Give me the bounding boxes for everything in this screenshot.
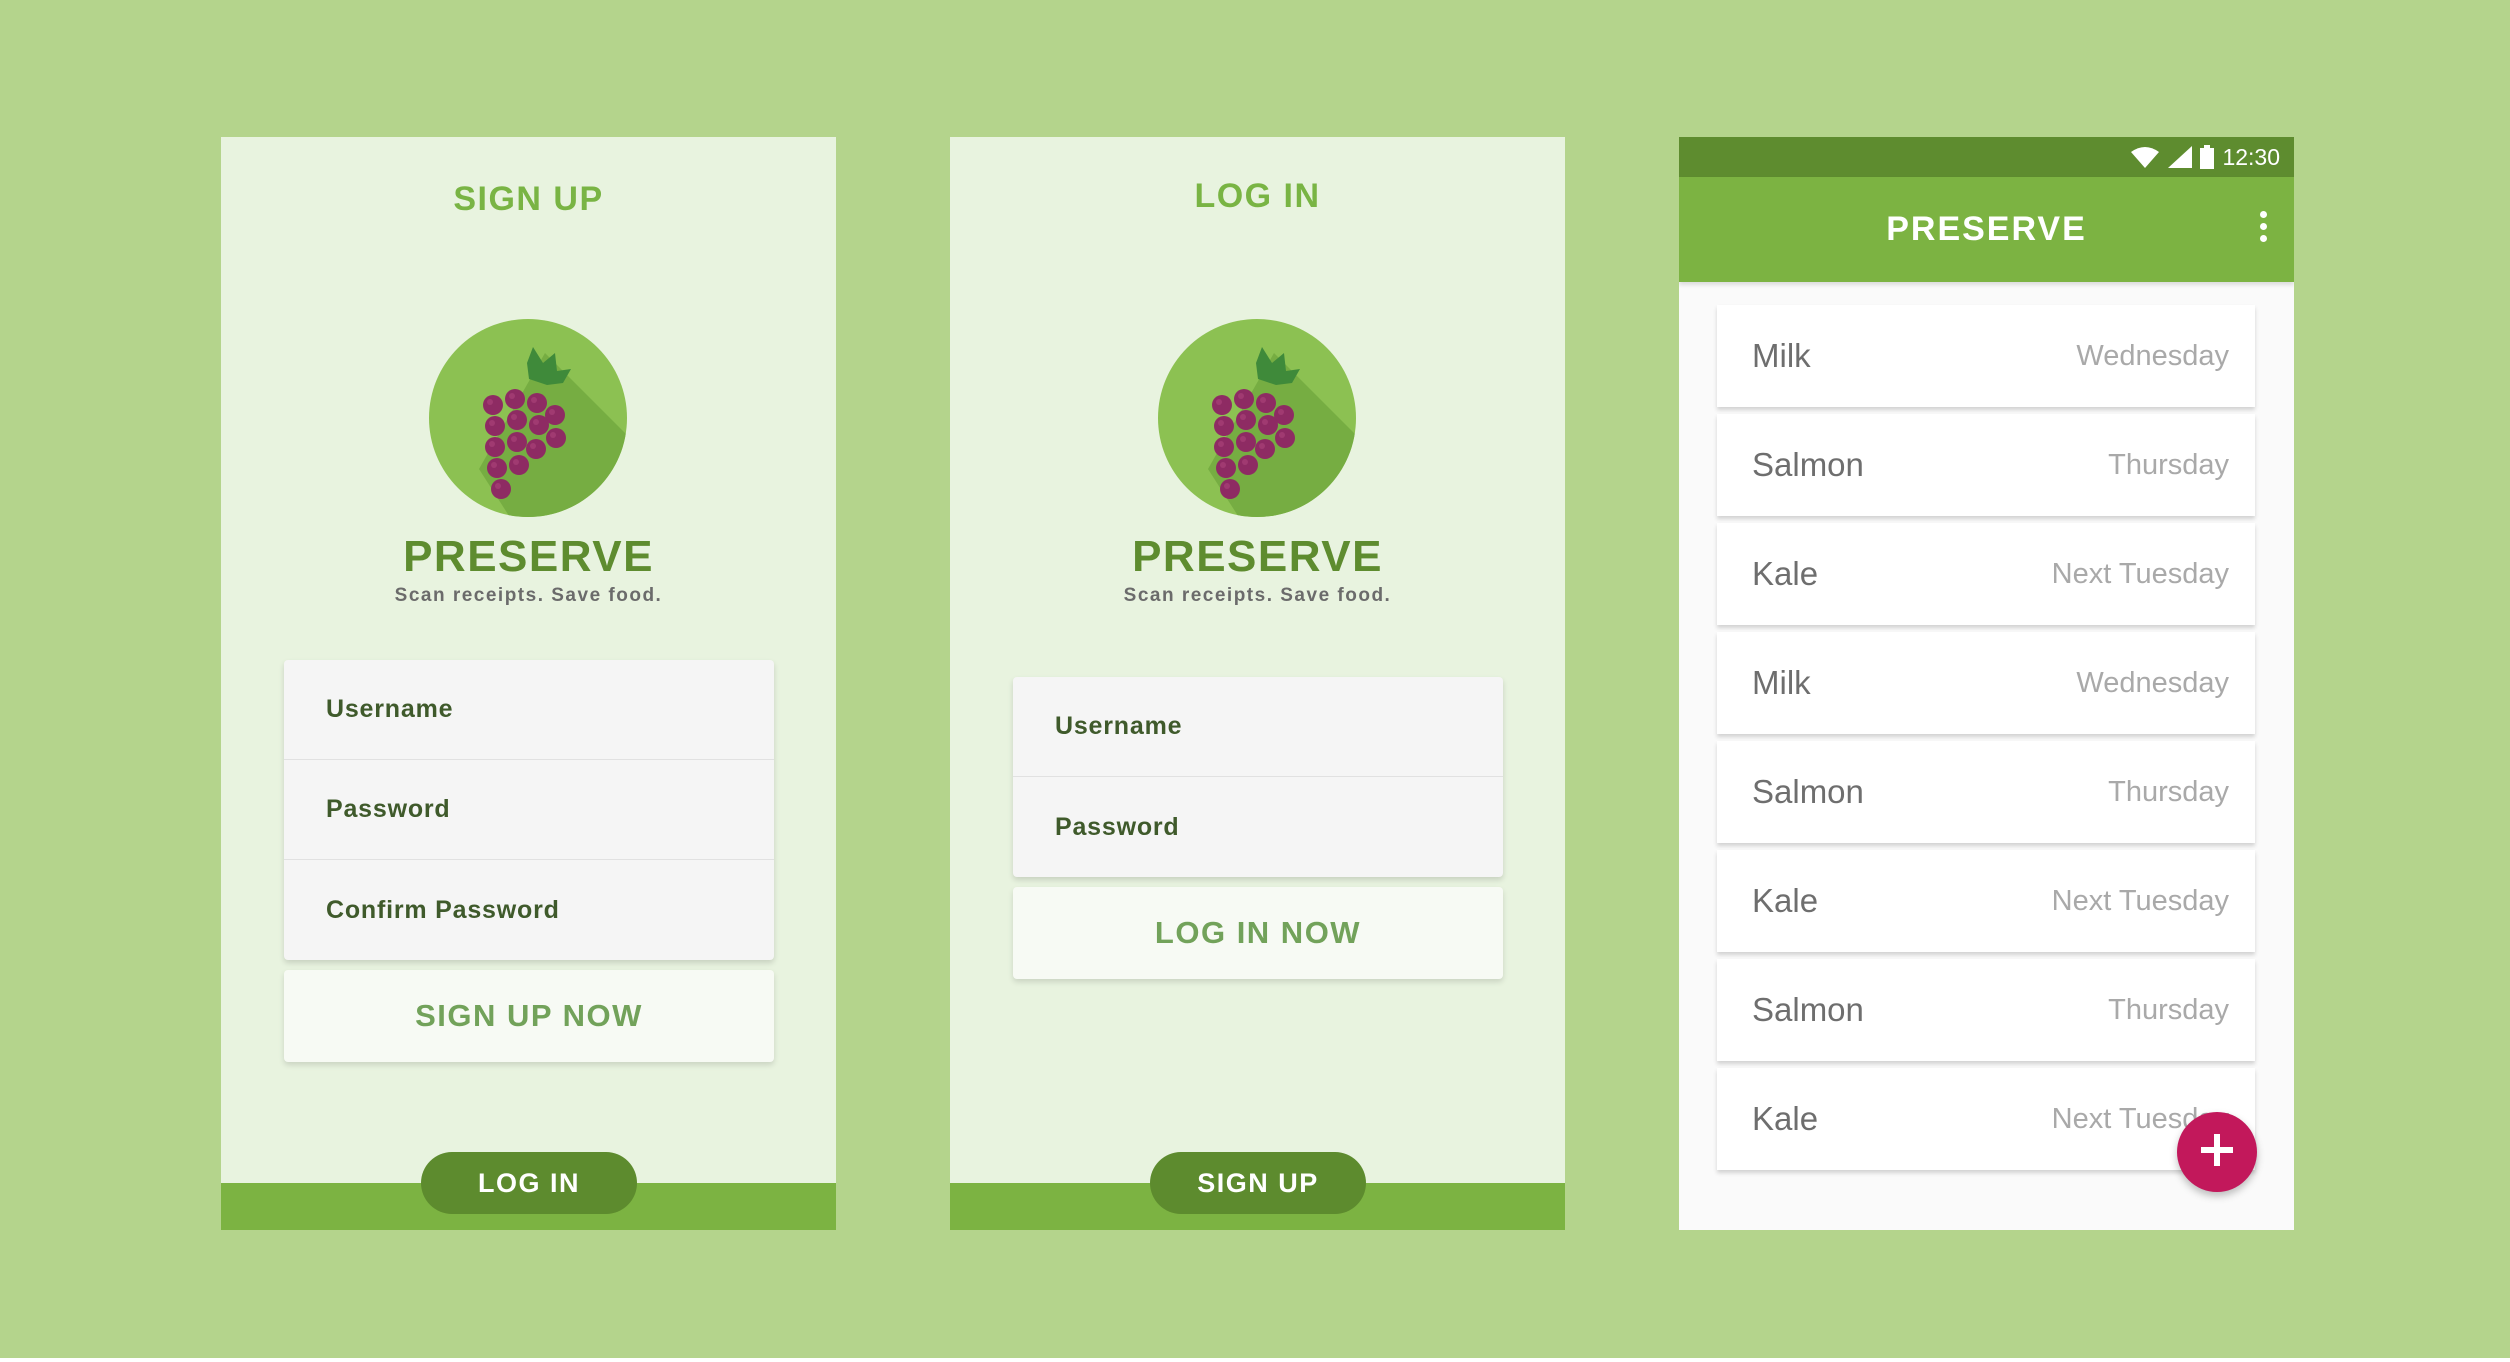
item-day: Next Tuesday xyxy=(2051,884,2229,917)
signup-screen: SIGN UP PRESERVE Scan receipts. Save foo… xyxy=(221,137,836,1230)
list-item[interactable]: Salmon Thursday xyxy=(1717,741,2255,843)
list-item[interactable]: Kale Next Tuesday xyxy=(1717,850,2255,952)
list-item[interactable]: Kale Next Tuesday xyxy=(1717,1068,2255,1170)
status-bar: 12:30 xyxy=(1679,137,2294,177)
item-name: Milk xyxy=(1752,664,1811,701)
bottom-strip xyxy=(0,1358,2510,1362)
brand-name: PRESERVE xyxy=(1132,532,1383,581)
status-time: 12:30 xyxy=(2222,143,2280,170)
item-day: Wednesday xyxy=(2076,339,2229,372)
item-name: Milk xyxy=(1752,337,1811,374)
tagline: Scan receipts. Save food. xyxy=(1123,585,1392,606)
confirm-password-label: Confirm Password xyxy=(326,895,560,924)
item-name: Kale xyxy=(1752,555,1819,592)
item-day: Thursday xyxy=(2108,448,2229,481)
page-title: SIGN UP xyxy=(453,180,604,218)
password-label: Password xyxy=(326,795,451,823)
item-name: Salmon xyxy=(1752,446,1864,483)
username-field[interactable]: Username xyxy=(284,660,774,760)
grape-logo-icon xyxy=(1158,319,1356,517)
more-vert-icon[interactable] xyxy=(2258,211,2268,247)
page-title: LOG IN xyxy=(1194,177,1321,215)
confirm-password-field[interactable]: Confirm Password xyxy=(284,860,774,960)
password-field[interactable]: Password xyxy=(284,760,774,860)
brand-name: PRESERVE xyxy=(403,532,654,581)
list-item[interactable]: Milk Wednesday xyxy=(1717,305,2255,407)
password-field[interactable]: Password xyxy=(1013,777,1503,877)
signal-icon xyxy=(2168,146,2193,168)
signup-form: Username Password Confirm Password xyxy=(284,660,774,960)
login-screen: LOG IN PRESERVE Scan receipts. Save food… xyxy=(950,137,1565,1230)
list-item[interactable]: Salmon Thursday xyxy=(1717,414,2255,516)
app-list-screen: 12:30 PRESERVE Milk Wednesday Salmon Thu… xyxy=(1679,137,2294,1230)
app-title: PRESERVE xyxy=(1886,210,2087,248)
item-day: Wednesday xyxy=(2076,666,2229,699)
app-bar: PRESERVE xyxy=(1679,177,2294,282)
password-label: Password xyxy=(1055,812,1180,841)
sign-up-button[interactable]: SIGN UP xyxy=(1150,1152,1366,1214)
username-label: Username xyxy=(1055,712,1183,740)
item-name: Kale xyxy=(1752,1100,1819,1137)
list-item[interactable]: Milk Wednesday xyxy=(1717,632,2255,734)
grape-logo-icon xyxy=(429,319,627,517)
item-day: Next Tuesday xyxy=(2051,557,2229,590)
food-list: Milk Wednesday Salmon Thursday Kale Next… xyxy=(1717,305,2255,1177)
item-name: Salmon xyxy=(1752,991,1864,1028)
list-item[interactable]: Kale Next Tuesday xyxy=(1717,523,2255,625)
log-in-now-button[interactable]: LOG IN NOW xyxy=(1013,887,1503,979)
username-label: Username xyxy=(326,695,454,723)
tagline: Scan receipts. Save food. xyxy=(394,585,663,606)
username-field[interactable]: Username xyxy=(1013,677,1503,777)
battery-icon xyxy=(2200,145,2215,169)
item-day: Thursday xyxy=(2108,993,2229,1026)
sign-up-now-button[interactable]: SIGN UP NOW xyxy=(284,970,774,1062)
plus-icon xyxy=(2199,1132,2235,1173)
item-name: Kale xyxy=(1752,882,1819,919)
login-form: Username Password xyxy=(1013,677,1503,877)
list-item[interactable]: Salmon Thursday xyxy=(1717,959,2255,1061)
wifi-icon xyxy=(2130,146,2160,168)
item-day: Thursday xyxy=(2108,775,2229,808)
item-name: Salmon xyxy=(1752,773,1864,810)
add-item-button[interactable] xyxy=(2177,1112,2257,1192)
log-in-button[interactable]: LOG IN xyxy=(421,1152,637,1214)
